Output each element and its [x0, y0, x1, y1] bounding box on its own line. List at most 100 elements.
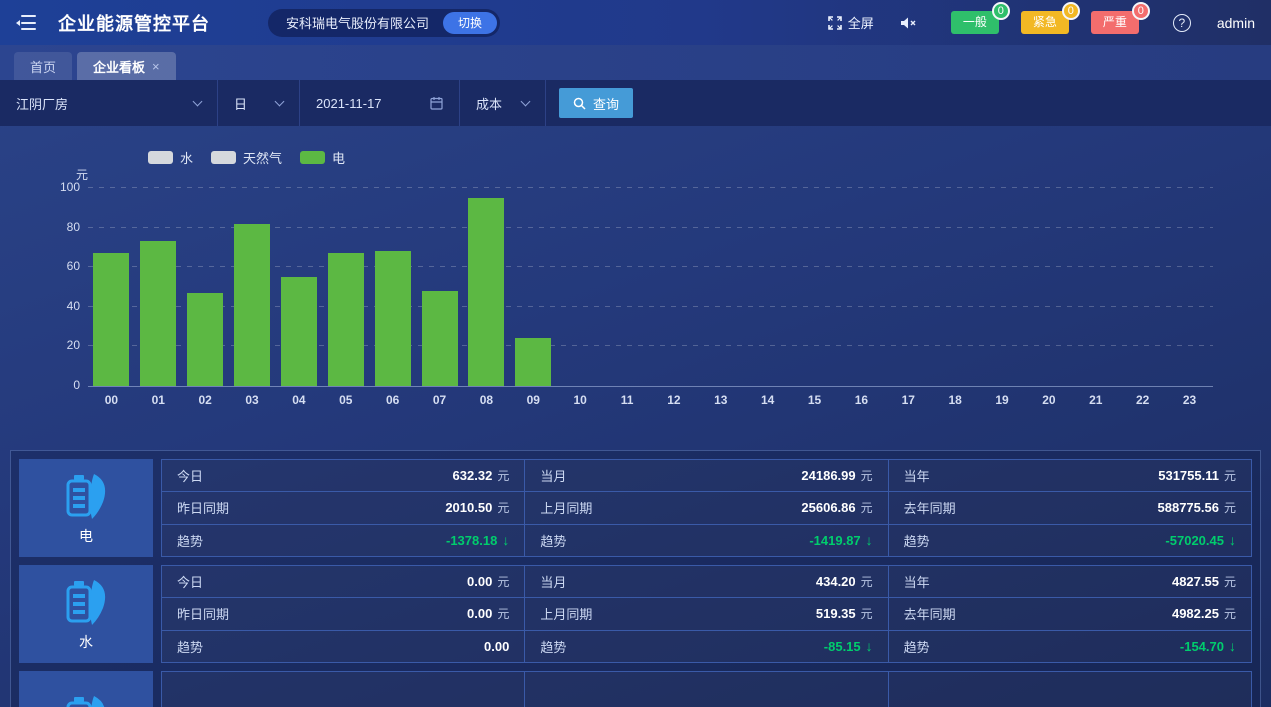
date-picker[interactable]: 2021-11-17 — [300, 80, 460, 126]
x-axis-tick: 01 — [135, 393, 182, 407]
trend-down-icon: ↓ — [1229, 532, 1236, 548]
legend-item-天然气[interactable]: 天然气 — [211, 148, 282, 167]
row-value: 0.00 — [467, 574, 492, 589]
table-column: 当年4827.55元去年同期4982.25元趋势-154.70↓ — [888, 566, 1251, 662]
row-label: 当年 — [904, 466, 930, 485]
row-label: 当月 — [540, 572, 566, 591]
period-select-value: 日 — [234, 94, 247, 113]
alarm-label: 一般 — [963, 15, 987, 29]
x-axis-tick: 16 — [838, 393, 885, 407]
bar-slot-04 — [276, 188, 323, 386]
bars-layer — [88, 188, 1213, 386]
x-axis-tick: 04 — [276, 393, 323, 407]
table-row: 上月同期25606.86元 — [525, 491, 887, 523]
trend-down-icon: ↓ — [866, 638, 873, 654]
table-row: 趋势0.00 — [162, 630, 524, 662]
username[interactable]: admin — [1217, 15, 1255, 31]
mute-button[interactable] — [900, 16, 917, 30]
bar-03 — [234, 224, 270, 386]
table-row: 当月434.20元 — [525, 566, 887, 597]
bar-slot-18 — [932, 188, 979, 386]
tab-home[interactable]: 首页 — [14, 52, 72, 80]
battery-leaf-icon — [64, 692, 108, 707]
x-axis-tick: 03 — [229, 393, 276, 407]
table-column: 当年45173.59元 — [888, 672, 1251, 707]
bar-05 — [328, 253, 364, 386]
row-value: 588775.56 — [1158, 500, 1219, 515]
help-icon[interactable]: ? — [1173, 14, 1191, 32]
tab-dashboard[interactable]: 企业看板 × — [77, 52, 176, 80]
row-value: 519.35 — [816, 606, 856, 621]
x-axis-tick: 23 — [1166, 393, 1213, 407]
row-unit: 元 — [861, 499, 873, 516]
row-label: 去年同期 — [904, 498, 956, 517]
row-label: 今日 — [177, 572, 203, 591]
alarm-button-2[interactable]: 紧急0 — [1021, 11, 1069, 34]
period-select[interactable]: 日 — [218, 80, 300, 126]
cost-bar-chart: 水天然气电 元 020406080100 0001020304050607080… — [0, 126, 1271, 450]
legend-label: 水 — [180, 148, 193, 167]
row-unit: 元 — [497, 499, 509, 516]
resource-label: 电 — [79, 526, 93, 546]
alarm-label: 紧急 — [1033, 15, 1057, 29]
query-button[interactable]: 查询 — [559, 88, 633, 118]
bar-slot-10 — [557, 188, 604, 386]
row-label: 趋势 — [904, 531, 930, 550]
site-select[interactable]: 江阴厂房 — [0, 80, 218, 126]
table-row: 昨日同期0.00元 — [162, 597, 524, 629]
row-value: -1378.18 — [446, 533, 497, 548]
fullscreen-label: 全屏 — [848, 13, 874, 32]
row-unit: 元 — [1224, 605, 1236, 622]
y-axis-tick: 100 — [38, 180, 80, 194]
x-axis-tick: 14 — [744, 393, 791, 407]
table-column: 当年531755.11元去年同期588775.56元趋势-57020.45↓ — [888, 460, 1251, 556]
bar-slot-06 — [369, 188, 416, 386]
row-unit: 元 — [1224, 573, 1236, 590]
legend-label: 天然气 — [243, 148, 282, 167]
legend-item-水[interactable]: 水 — [148, 148, 193, 167]
query-button-label: 查询 — [593, 94, 619, 113]
table-row: 趋势-154.70↓ — [889, 630, 1251, 662]
row-value: 0.00 — [484, 639, 509, 654]
x-axis-tick: 18 — [932, 393, 979, 407]
legend-item-电[interactable]: 电 — [300, 148, 345, 167]
table-column: 今日0.00元 — [162, 672, 524, 707]
bar-06 — [375, 251, 411, 386]
x-axis-tick: 15 — [791, 393, 838, 407]
resource-card-water: 水今日0.00元昨日同期0.00元趋势0.00当月434.20元上月同期519.… — [19, 565, 1252, 663]
alarm-buttons: 一般0 紧急0 严重0 — [951, 11, 1139, 34]
table-row: 今日632.32元 — [162, 460, 524, 491]
y-axis-tick: 60 — [38, 259, 80, 273]
app-title: 企业能源管控平台 — [58, 10, 210, 36]
chart-legend: 水 天然气电 — [148, 148, 345, 167]
table-row: 今日0.00元 — [162, 566, 524, 597]
plot-area: 020406080100 — [88, 188, 1213, 387]
bar-01 — [140, 241, 176, 386]
row-label: 昨日同期 — [177, 604, 229, 623]
row-value: 632.32 — [453, 468, 493, 483]
company-selector[interactable]: 安科瑞电气股份有限公司 切换 — [268, 9, 500, 37]
table-row: 去年同期588775.56元 — [889, 491, 1251, 523]
bar-slot-02 — [182, 188, 229, 386]
alarm-button-3[interactable]: 严重0 — [1091, 11, 1139, 34]
row-unit: 元 — [861, 573, 873, 590]
x-axis-tick: 00 — [88, 393, 135, 407]
switch-company-button[interactable]: 切换 — [443, 12, 497, 34]
menu-fold-icon[interactable] — [16, 15, 36, 31]
bar-slot-23 — [1166, 188, 1213, 386]
alarm-count-badge: 0 — [992, 2, 1010, 20]
resource-label: 水 — [79, 632, 93, 652]
fullscreen-button[interactable]: 全屏 — [828, 13, 874, 32]
table-column: 今日632.32元昨日同期2010.50元趋势-1378.18↓ — [162, 460, 524, 556]
y-axis-tick: 40 — [38, 299, 80, 313]
x-axis-tick: 08 — [463, 393, 510, 407]
y-axis-tick: 20 — [38, 338, 80, 352]
row-label: 昨日同期 — [177, 498, 229, 517]
tab-label: 企业看板 — [93, 57, 145, 76]
tab-close-icon[interactable]: × — [152, 59, 160, 74]
metric-select[interactable]: 成本 — [460, 80, 546, 126]
x-axis-tick: 12 — [651, 393, 698, 407]
alarm-button-1[interactable]: 一般0 — [951, 11, 999, 34]
trend-down-icon: ↓ — [1229, 638, 1236, 654]
calendar-icon — [430, 96, 443, 110]
